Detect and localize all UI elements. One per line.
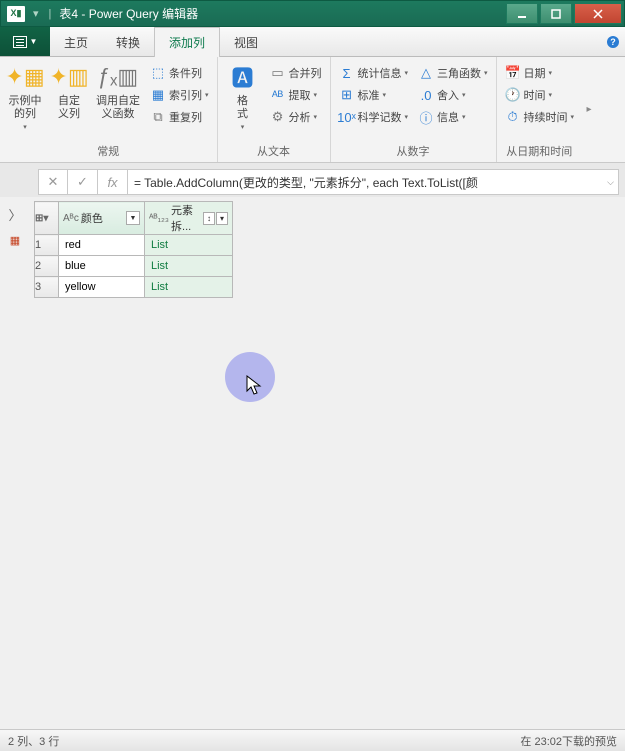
window-title: 表4 - Power Query 编辑器 (59, 5, 198, 22)
parse-icon: ⚙ (270, 109, 286, 125)
qat-dropdown-icon[interactable]: ▾ (33, 7, 39, 20)
formula-cancel-button[interactable]: ✕ (38, 169, 68, 195)
time-icon: 🕐 (505, 87, 521, 103)
scientific-icon: 10ˣ (339, 109, 355, 125)
index-column-button[interactable]: ▦索引列 ▾ (146, 84, 213, 106)
formula-confirm-button[interactable]: ✓ (68, 169, 98, 195)
table-corner[interactable]: ⊞▾ (35, 202, 59, 235)
ribbon-group-datetime: 📅日期 ▾ 🕐时间 ▾ ⏱持续时间 ▾ 从日期和时间 (497, 57, 583, 162)
status-left: 2 列、3 行 (8, 733, 59, 749)
index-column-icon: ▦ (150, 87, 166, 103)
info-button[interactable]: ⓘ信息 ▾ (414, 106, 492, 128)
column-expand-icon[interactable]: ↕▾ (203, 212, 228, 225)
format-button[interactable]: 🅰 格式 ▾ (222, 59, 264, 133)
ribbon-group-text: 🅰 格式 ▾ ▭合并列 ᴬᴮ提取 ▾ ⚙分析 ▾ 从文本 (218, 57, 331, 162)
any-type-icon: ᴬᴮ₁₂₃ (149, 213, 169, 224)
list-link[interactable]: List (145, 235, 233, 256)
merge-icon: ▭ (270, 65, 286, 81)
file-tab[interactable]: ▼ (0, 27, 50, 56)
formula-input[interactable]: = Table.AddColumn(更改的类型, "元素拆分", each Te… (128, 169, 619, 195)
ribbon-group-number: Σ统计信息 ▾ ⊞标准 ▾ 10ˣ科学记数 ▾ △三角函数 ▾ .0舍入 ▾ ⓘ… (331, 57, 497, 162)
ribbon-group-general: ✦▦ 示例中的列 ▾ ✦▥ 自定义列 ƒₓ▥ 调用自定义函数 ⬚条件列 ▦索引列… (0, 57, 218, 162)
status-right: 在 23:02下载的预览 (520, 733, 617, 749)
duplicate-column-button[interactable]: ⧉重复列 (146, 106, 213, 128)
text-type-icon: Aᴮc (63, 213, 79, 224)
cell[interactable]: red (59, 235, 145, 256)
date-icon: 📅 (505, 65, 521, 81)
formula-fx-button[interactable]: fx (98, 169, 128, 195)
row-number[interactable]: 1 (35, 235, 59, 256)
column-filter-icon[interactable]: ▼ (126, 211, 140, 225)
merge-columns-button[interactable]: ▭合并列 (266, 62, 326, 84)
tab-add-column[interactable]: 添加列 (154, 27, 220, 57)
trig-icon: △ (418, 65, 434, 81)
time-button[interactable]: 🕐时间 ▾ (501, 84, 579, 106)
chevron-down-icon: ▼ (30, 37, 38, 46)
table-row: 2 blue List (35, 256, 233, 277)
duplicate-column-icon: ⧉ (150, 109, 166, 125)
table-row: 1 red List (35, 235, 233, 256)
ribbon-group-number-label: 从数字 (335, 141, 492, 162)
custom-column-button[interactable]: ✦▥ 自定义列 (48, 59, 90, 123)
custom-column-icon: ✦▥ (53, 61, 85, 93)
standard-button[interactable]: ⊞标准 ▾ (335, 84, 413, 106)
list-link[interactable]: List (145, 256, 233, 277)
titlebar: X▮ ▾ | 表4 - Power Query 编辑器 (0, 0, 625, 27)
conditional-column-button[interactable]: ⬚条件列 (146, 62, 213, 84)
table-row: 3 yellow List (35, 277, 233, 298)
tab-view[interactable]: 视图 (220, 27, 272, 56)
statistics-button[interactable]: Σ统计信息 ▾ (335, 62, 413, 84)
ribbon-group-general-label: 常规 (4, 141, 213, 162)
status-bar: 2 列、3 行 在 23:02下载的预览 (0, 729, 625, 751)
data-table: ⊞▾ Aᴮc颜色▼ ᴬᴮ₁₂₃元素拆...↕▾ 1 red List 2 blu… (34, 201, 233, 298)
ribbon-overflow-button[interactable]: ▸ (582, 57, 596, 162)
list-link[interactable]: List (145, 277, 233, 298)
row-number[interactable]: 2 (35, 256, 59, 277)
row-number[interactable]: 3 (35, 277, 59, 298)
formula-expand-icon[interactable]: ⌵ (607, 177, 614, 188)
invoke-function-button[interactable]: ƒₓ▥ 调用自定义函数 (92, 59, 144, 123)
extract-button[interactable]: ᴬᴮ提取 ▾ (266, 84, 326, 106)
info-icon: ⓘ (418, 109, 434, 125)
ribbon-group-text-label: 从文本 (222, 141, 326, 162)
tab-home[interactable]: 主页 (50, 27, 102, 56)
minimize-button[interactable] (506, 3, 538, 24)
close-button[interactable] (574, 3, 622, 24)
queries-pane-toggle[interactable]: 〉 (8, 205, 21, 224)
trig-button[interactable]: △三角函数 ▾ (414, 62, 492, 84)
column-from-examples-icon: ✦▦ (9, 61, 41, 93)
scientific-button[interactable]: 10ˣ科学记数 ▾ (335, 106, 413, 128)
parse-button[interactable]: ⚙分析 ▾ (266, 106, 326, 128)
duration-icon: ⏱ (505, 109, 521, 125)
file-icon (13, 36, 27, 48)
cell[interactable]: blue (59, 256, 145, 277)
data-preview: ⊞▾ Aᴮc颜色▼ ᴬᴮ₁₂₃元素拆...↕▾ 1 red List 2 blu… (30, 197, 625, 729)
format-icon: 🅰 (227, 61, 259, 93)
column-from-examples-button[interactable]: ✦▦ 示例中的列 ▾ (4, 59, 46, 133)
duration-button[interactable]: ⏱持续时间 ▾ (501, 106, 579, 128)
cursor-icon (246, 375, 264, 402)
maximize-button[interactable] (540, 3, 572, 24)
standard-icon: ⊞ (339, 87, 355, 103)
queries-icon[interactable]: ▦ (9, 234, 22, 247)
rounding-icon: .0 (418, 87, 434, 103)
tab-transform[interactable]: 转换 (102, 27, 154, 56)
date-button[interactable]: 📅日期 ▾ (501, 62, 579, 84)
cell[interactable]: yellow (59, 277, 145, 298)
extract-icon: ᴬᴮ (270, 87, 286, 103)
left-rail: 〉 ▦ (0, 197, 30, 729)
statistics-icon: Σ (339, 65, 355, 81)
ribbon-tabs: ▼ 主页 转换 添加列 视图 ? (0, 27, 625, 57)
column-header-1[interactable]: Aᴮc颜色▼ (59, 202, 145, 235)
svg-text:?: ? (610, 37, 616, 47)
column-header-2[interactable]: ᴬᴮ₁₂₃元素拆...↕▾ (145, 202, 233, 235)
ribbon-group-datetime-label: 从日期和时间 (501, 141, 579, 162)
invoke-function-icon: ƒₓ▥ (102, 61, 134, 93)
formula-bar: ✕ ✓ fx = Table.AddColumn(更改的类型, "元素拆分", … (38, 169, 619, 195)
rounding-button[interactable]: .0舍入 ▾ (414, 84, 492, 106)
app-icon: X▮ (7, 6, 25, 22)
ribbon: ✦▦ 示例中的列 ▾ ✦▥ 自定义列 ƒₓ▥ 调用自定义函数 ⬚条件列 ▦索引列… (0, 57, 625, 163)
conditional-column-icon: ⬚ (150, 65, 166, 81)
help-button[interactable]: ? (601, 27, 625, 56)
